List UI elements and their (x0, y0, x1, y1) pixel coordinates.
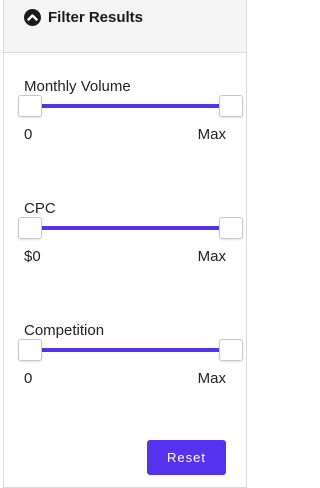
filter-panel: Filter Results Monthly Volume 0 Max CPC … (3, 0, 247, 488)
slider-min-label: 0 (24, 126, 33, 143)
filter-competition: Competition 0 Max (4, 322, 246, 402)
slider-min-label: $0 (24, 248, 41, 265)
slider-min-handle[interactable] (18, 339, 42, 361)
chevron-up-circle-icon[interactable] (24, 9, 41, 26)
slider-track[interactable] (30, 104, 230, 108)
slider-min-label: 0 (24, 370, 33, 387)
filter-cpc: CPC $0 Max (4, 200, 246, 280)
filter-monthly-volume: Monthly Volume 0 Max (4, 78, 246, 158)
slider-min-handle[interactable] (18, 217, 42, 239)
slider-max-label: Max (197, 126, 226, 143)
slider-max-handle[interactable] (219, 217, 243, 239)
slider-track[interactable] (30, 226, 230, 230)
filter-title: Filter Results (48, 9, 144, 26)
slider-max-handle[interactable] (219, 95, 243, 117)
slider-min-handle[interactable] (18, 95, 42, 117)
slider-max-label: Max (197, 370, 226, 387)
filter-label: Competition (24, 322, 105, 339)
slider-max-handle[interactable] (219, 339, 243, 361)
slider-max-label: Max (197, 248, 226, 265)
slider-track[interactable] (30, 348, 230, 352)
filter-label: Monthly Volume (24, 78, 131, 95)
filter-label: CPC (24, 200, 56, 217)
reset-button[interactable]: Reset (147, 440, 226, 475)
filter-header[interactable]: Filter Results (4, 0, 246, 53)
